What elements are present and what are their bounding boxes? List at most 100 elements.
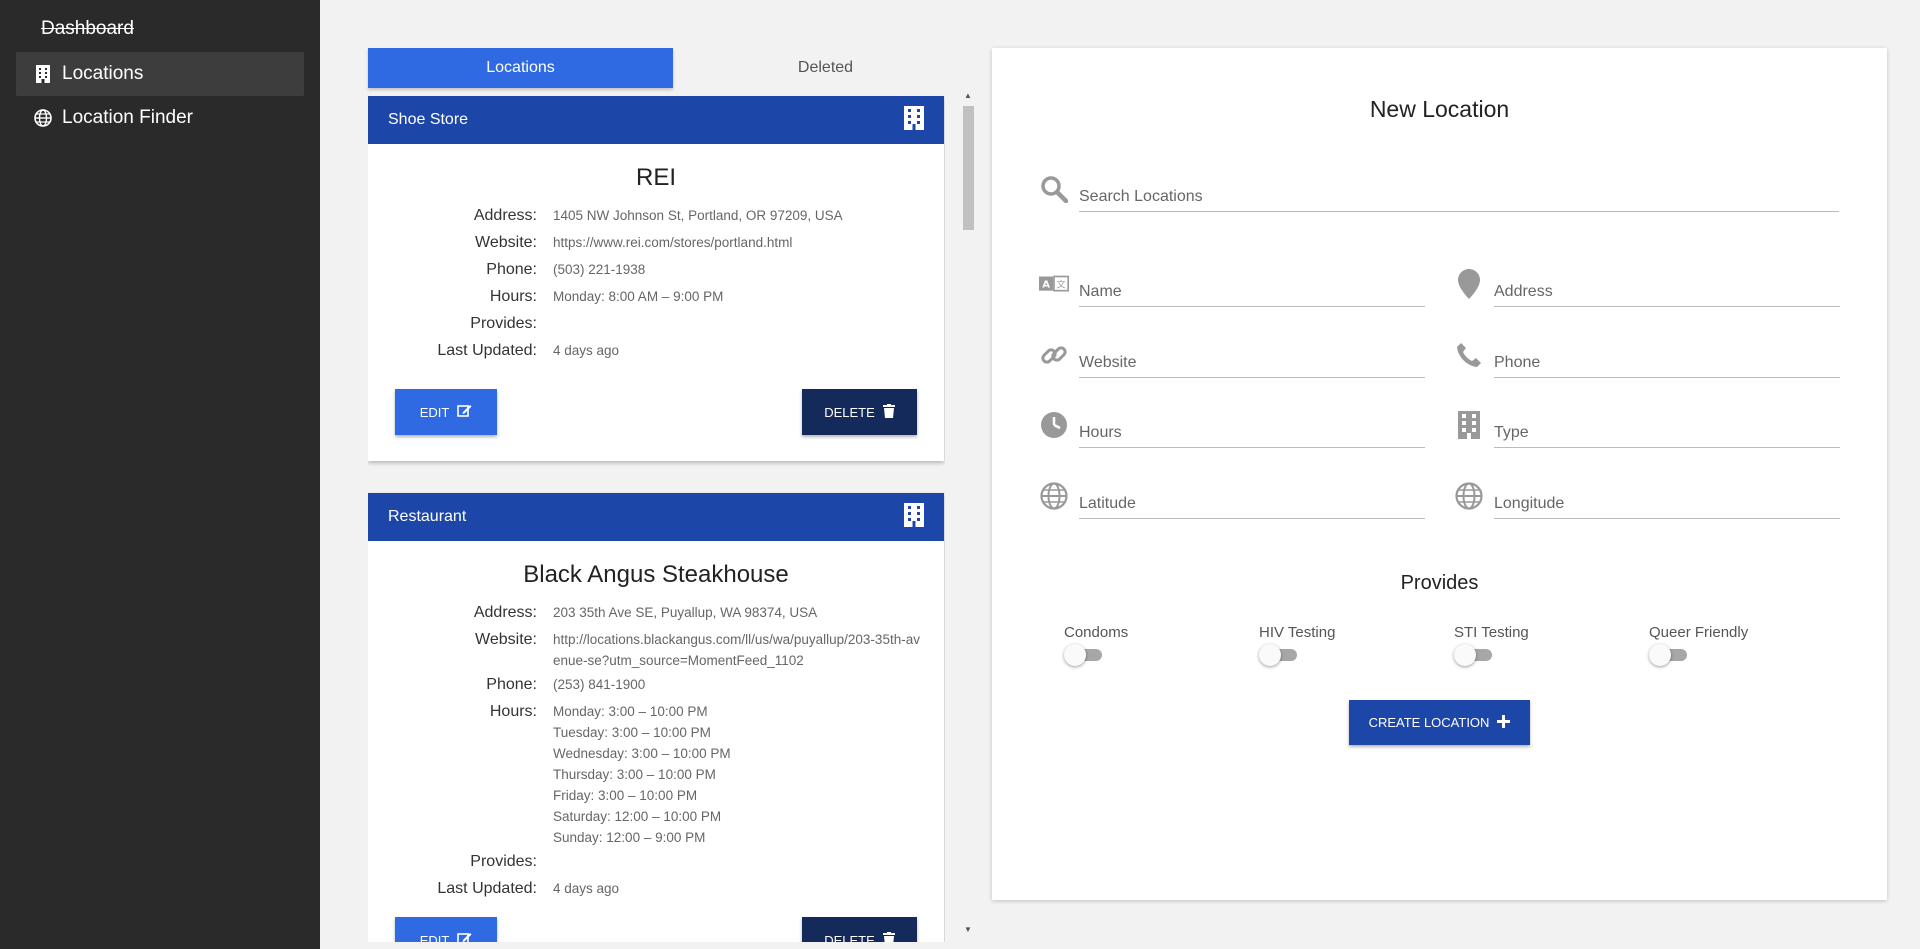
- scrollbar-thumb[interactable]: [963, 106, 974, 230]
- type-input[interactable]: [1494, 418, 1840, 448]
- phone-input[interactable]: [1494, 348, 1840, 378]
- hours-row: Hours: Monday: 3:00 – 10:00 PM Tuesday: …: [368, 698, 944, 848]
- edit-button[interactable]: EDIT: [395, 389, 497, 435]
- card-actions: EDIT DELETE: [395, 917, 917, 942]
- toggle-label: Queer Friendly: [1649, 624, 1749, 641]
- translate-icon: A文: [1039, 269, 1069, 299]
- panel-title: New Location: [1369, 96, 1510, 122]
- location-name: Black Angus Steakhouse: [523, 561, 789, 588]
- hours-line: Tuesday: 3:00 – 10:00 PM: [553, 725, 711, 740]
- latitude-field: [1039, 481, 1425, 521]
- sti-testing-toggle-group: STI Testing: [1454, 624, 1529, 666]
- hours-line: Wednesday: 3:00 – 10:00 PM: [553, 746, 731, 761]
- hours-line: Monday: 3:00 – 10:00 PM: [553, 704, 708, 719]
- building-icon: [904, 502, 924, 532]
- search-field: [1039, 174, 1839, 214]
- hours-label: Hours:: [489, 703, 537, 720]
- phone-label: Phone:: [486, 676, 537, 693]
- phone-value: (503) 221-1938: [553, 262, 646, 277]
- condoms-toggle[interactable]: [1064, 644, 1104, 666]
- sidebar: Dashboard Locations Location Finder: [0, 0, 320, 949]
- globe-icon: [1039, 481, 1069, 511]
- trash-icon: [882, 931, 895, 942]
- building-icon: [1454, 410, 1484, 440]
- link-icon: [1039, 340, 1069, 370]
- hours-line: Sunday: 12:00 – 9:00 PM: [553, 830, 706, 845]
- website-label: Website:: [475, 631, 537, 648]
- provides-value: [553, 848, 944, 875]
- queer-friendly-toggle-group: Queer Friendly: [1649, 624, 1748, 666]
- delete-button[interactable]: DELETE: [802, 389, 917, 435]
- condoms-toggle-group: Condoms: [1064, 624, 1128, 666]
- locations-list: Shoe Store REI Address: 1405 NW Johnson S…: [368, 96, 945, 942]
- phone-row: Phone: (253) 841-1900: [368, 671, 944, 698]
- phone-row: Phone: (503) 221-1938: [368, 256, 944, 283]
- scroll-up-arrow-icon[interactable]: ▲: [963, 91, 973, 101]
- location-card: Restaurant Black Angus Steakhouse Addres…: [368, 493, 944, 942]
- building-icon: [904, 105, 924, 135]
- card-header: Restaurant: [368, 493, 944, 541]
- delete-button-label: DELETE: [824, 932, 875, 943]
- provides-row: Provides:: [368, 310, 944, 337]
- create-location-button[interactable]: CREATE LOCATION: [1349, 700, 1530, 745]
- website-row: Website: http://locations.blackangus.com/…: [368, 626, 944, 671]
- address-input[interactable]: [1494, 277, 1840, 307]
- globe-icon: [1454, 481, 1484, 511]
- last-updated-value: 4 days ago: [553, 881, 620, 896]
- hours-list: Monday: 3:00 – 10:00 PM Tuesday: 3:00 – …: [553, 698, 944, 848]
- hiv-testing-toggle[interactable]: [1259, 644, 1299, 666]
- sidebar-dashboard-link[interactable]: Dashboard: [41, 18, 134, 40]
- website-input[interactable]: [1079, 348, 1425, 378]
- website-row: Website: https://www.rei.com/stores/portl…: [368, 229, 944, 256]
- clock-icon: [1039, 410, 1069, 440]
- tab-locations[interactable]: Locations: [368, 48, 673, 88]
- provides-label: Provides:: [470, 853, 537, 870]
- last-updated-row: Last Updated: 4 days ago: [368, 337, 944, 364]
- queer-friendly-toggle[interactable]: [1649, 644, 1689, 666]
- edit-icon: [457, 403, 472, 421]
- building-icon: [34, 65, 52, 83]
- sidebar-item-label: Locations: [62, 63, 144, 84]
- toggle-label: Condoms: [1064, 624, 1129, 641]
- phone-field: [1454, 340, 1840, 380]
- longitude-field: [1454, 481, 1840, 521]
- name-input[interactable]: [1079, 277, 1425, 307]
- hours-row: Hours: Monday: 8:00 AM – 9:00 PM: [368, 283, 944, 310]
- sti-testing-toggle[interactable]: [1454, 644, 1494, 666]
- address-row: Address: 203 35th Ave SE, Puyallup, WA 98…: [368, 599, 944, 626]
- hiv-testing-toggle-group: HIV Testing: [1259, 624, 1335, 666]
- latitude-input[interactable]: [1079, 489, 1425, 519]
- svg-text:A: A: [1042, 279, 1050, 290]
- address-field: [1454, 269, 1840, 309]
- search-input[interactable]: [1079, 182, 1839, 212]
- toggle-label: HIV Testing: [1259, 624, 1336, 641]
- new-location-panel: New Location A文 Provides Condoms: [992, 48, 1887, 900]
- hours-input[interactable]: [1079, 418, 1425, 448]
- last-updated-label: Last Updated:: [437, 880, 537, 897]
- website-label: Website:: [475, 234, 537, 251]
- website-value[interactable]: http://locations.blackangus.com/ll/us/wa…: [553, 626, 944, 671]
- card-header: Shoe Store: [368, 96, 944, 144]
- location-type: Restaurant: [388, 508, 467, 525]
- tab-deleted[interactable]: Deleted: [673, 48, 978, 88]
- scroll-down-arrow-icon[interactable]: ▼: [963, 925, 973, 935]
- provides-title: Provides: [1400, 572, 1479, 594]
- hours-line: Saturday: 12:00 – 10:00 PM: [553, 809, 722, 824]
- location-card: Shoe Store REI Address: 1405 NW Johnson S…: [368, 96, 944, 461]
- website-value[interactable]: https://www.rei.com/stores/portland.html: [553, 229, 944, 256]
- svg-text:文: 文: [1057, 278, 1066, 290]
- provides-value: [553, 310, 944, 337]
- longitude-input[interactable]: [1494, 489, 1840, 519]
- phone-label: Phone:: [486, 261, 537, 278]
- last-updated-label: Last Updated:: [437, 342, 537, 359]
- edit-button-label: EDIT: [419, 932, 450, 943]
- edit-button[interactable]: EDIT: [395, 917, 497, 942]
- address-label: Address:: [473, 207, 537, 224]
- hours-line: Friday: 3:00 – 10:00 PM: [553, 788, 698, 803]
- globe-icon: [34, 109, 52, 127]
- provides-label: Provides:: [470, 315, 537, 332]
- hours-field: [1039, 410, 1425, 450]
- delete-button[interactable]: DELETE: [802, 917, 917, 942]
- sidebar-item-locations[interactable]: Locations: [16, 52, 304, 96]
- sidebar-item-location-finder[interactable]: Location Finder: [16, 96, 304, 140]
